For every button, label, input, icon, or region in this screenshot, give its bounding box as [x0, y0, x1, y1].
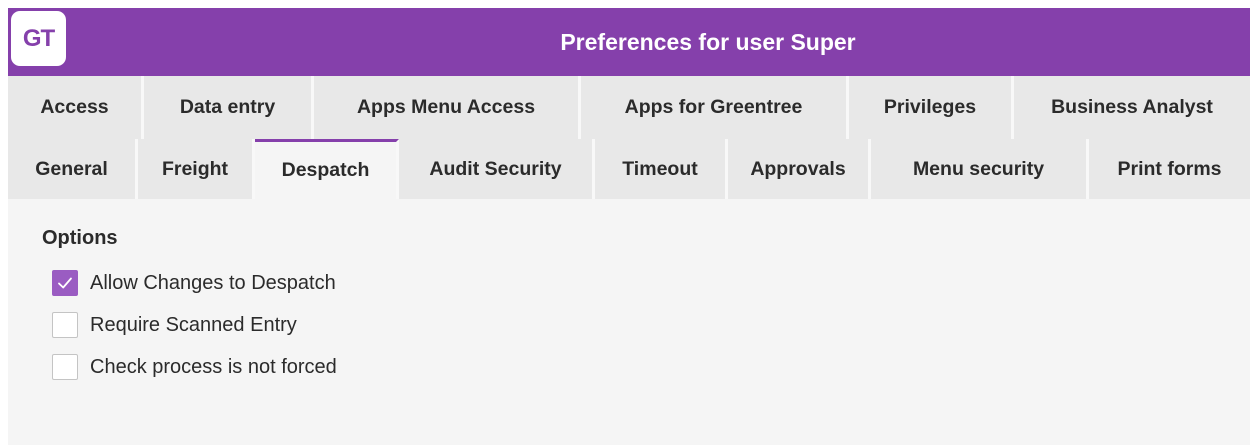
option-allow-changes-to-despatch[interactable]: Allow Changes to Despatch: [52, 270, 336, 296]
require-scanned-entry-checkbox[interactable]: [52, 312, 78, 338]
app-logo: GT: [11, 11, 66, 66]
tab-audit-security[interactable]: Audit Security: [399, 139, 595, 199]
tab-row-2: General Freight Despatch Audit Security …: [8, 139, 1250, 199]
window-title: Preferences for user Super: [560, 29, 856, 55]
tab-timeout[interactable]: Timeout: [595, 139, 728, 199]
tab-despatch[interactable]: Despatch: [255, 139, 399, 199]
option-require-scanned-entry[interactable]: Require Scanned Entry: [52, 312, 297, 338]
allow-changes-label: Allow Changes to Despatch: [90, 271, 336, 294]
tab-row-1: Access Data entry Apps Menu Access Apps …: [8, 76, 1250, 139]
preferences-window: GT Preferences for user Super Access Dat…: [8, 8, 1250, 445]
tab-apps-for-greentree[interactable]: Apps for Greentree: [581, 76, 849, 139]
checkmark-icon: [58, 277, 72, 289]
tab-privileges[interactable]: Privileges: [849, 76, 1014, 139]
tab-apps-menu-access[interactable]: Apps Menu Access: [314, 76, 581, 139]
check-process-not-forced-label: Check process is not forced: [90, 355, 337, 378]
tab-general[interactable]: General: [8, 139, 138, 199]
allow-changes-checkbox[interactable]: [52, 270, 78, 296]
check-process-not-forced-checkbox[interactable]: [52, 354, 78, 380]
tab-approvals[interactable]: Approvals: [728, 139, 871, 199]
tab-print-forms[interactable]: Print forms: [1089, 139, 1250, 199]
options-group-title: Options: [42, 227, 118, 249]
tab-access[interactable]: Access: [8, 76, 144, 139]
tab-business-analyst[interactable]: Business Analyst: [1014, 76, 1250, 139]
title-bar: GT Preferences for user Super: [8, 8, 1250, 76]
tab-menu-security[interactable]: Menu security: [871, 139, 1089, 199]
despatch-panel: Options Allow Changes to Despatch Requir…: [8, 199, 1250, 445]
tab-freight[interactable]: Freight: [138, 139, 255, 199]
option-check-process-not-forced[interactable]: Check process is not forced: [52, 354, 337, 380]
require-scanned-entry-label: Require Scanned Entry: [90, 313, 297, 336]
tab-data-entry[interactable]: Data entry: [144, 76, 314, 139]
